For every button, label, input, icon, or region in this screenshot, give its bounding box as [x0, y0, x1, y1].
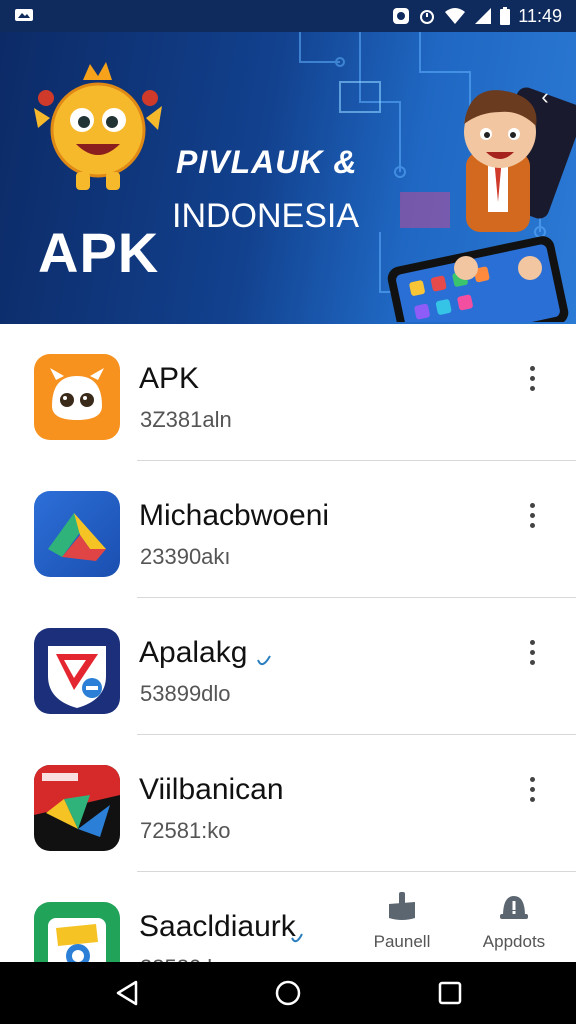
tab-label: Paunell	[373, 932, 431, 951]
orange-mascot-icon	[34, 354, 120, 440]
list-item[interactable]: Apalakg 53899dlo	[0, 598, 576, 735]
banner-close-button[interactable]: ‹	[530, 82, 560, 112]
verified-check-icon	[291, 933, 303, 943]
vpn-icon	[393, 8, 410, 24]
alert-bell-icon	[500, 896, 528, 919]
banner-title: APK	[38, 221, 160, 284]
list-item[interactable]: Viilbanican 72581:ko	[0, 735, 576, 872]
tab-paunell[interactable]: Paunell	[352, 884, 452, 962]
app-name: Michacbwoeni	[139, 499, 330, 532]
app-size: 53899dlo	[140, 681, 231, 706]
list-item[interactable]: APK 3Z381aln	[0, 324, 576, 461]
app-size: 23390akı	[140, 544, 231, 569]
app-size: 72581:ko	[140, 818, 231, 843]
more-options-icon[interactable]	[518, 775, 546, 803]
banner-subtitle-line1: PIVLAUK &	[176, 144, 358, 180]
verified-check-icon	[257, 655, 271, 666]
blue-arrow-icon	[34, 491, 120, 577]
app-size: 3Z381aln	[140, 407, 232, 432]
banner-subtitle-line2: INDONESIA	[172, 197, 360, 235]
signal-icon	[475, 8, 492, 24]
back-icon[interactable]	[112, 978, 142, 1008]
character-with-phone-illustration	[387, 87, 576, 322]
black-colorful-icon	[34, 765, 120, 851]
status-icons: 11:49	[392, 4, 562, 28]
tab-label: Appdots	[482, 932, 546, 951]
app-name: Apalakg	[139, 636, 248, 669]
status-bar: 11:49	[0, 0, 576, 32]
red-play-shield-icon	[34, 628, 120, 714]
alarm-icon	[420, 10, 435, 24]
app-name: APK	[139, 362, 200, 395]
promo-banner[interactable]: APK PIVLAUK & INDONESIA ‹	[0, 32, 576, 324]
list-item[interactable]: Michacbwoeni 23390akı	[0, 461, 576, 598]
app-name: Saacldiaurk	[139, 910, 296, 943]
tab-appdots[interactable]: Appdots	[464, 884, 564, 962]
system-nav-bar	[0, 962, 576, 1024]
recents-icon[interactable]	[435, 978, 465, 1008]
wifi-icon	[445, 8, 466, 24]
notification-icon	[14, 7, 34, 23]
app-name: Viilbanican	[139, 773, 284, 806]
more-options-icon[interactable]	[518, 638, 546, 666]
hand-icon	[389, 892, 415, 920]
clock: 11:49	[518, 5, 562, 26]
sun-mascot-icon	[34, 62, 162, 190]
battery-icon	[500, 7, 511, 25]
home-icon[interactable]	[273, 978, 303, 1008]
more-options-icon[interactable]	[518, 364, 546, 392]
more-options-icon[interactable]	[518, 501, 546, 529]
bottom-tab-bar: Paunell Appdots	[352, 884, 576, 962]
